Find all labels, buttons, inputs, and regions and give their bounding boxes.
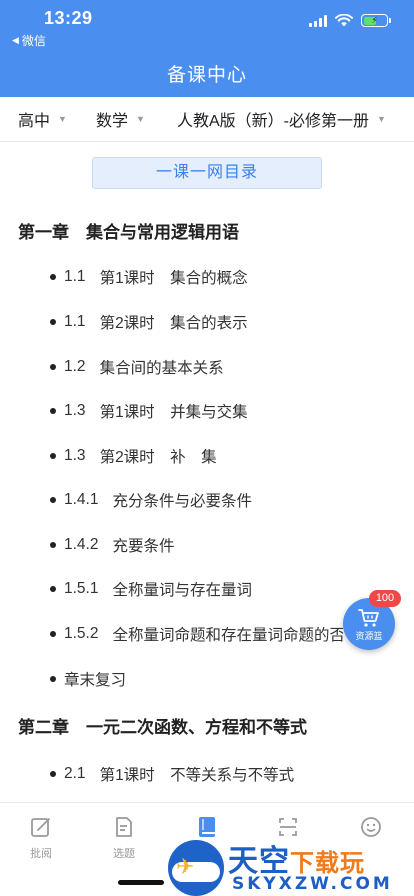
lesson-item[interactable]: 1.4.1 充分条件与必要条件 bbox=[50, 489, 252, 511]
lesson-title: 全称量词与存在量词 bbox=[112, 582, 252, 599]
catalog-button[interactable]: 一课一网目录 bbox=[92, 157, 322, 189]
lesson-number: 1.2 bbox=[64, 358, 86, 375]
lesson-item[interactable]: 2.1 第1课时 不等关系与不等式 bbox=[50, 763, 294, 785]
tab-review[interactable]: 批阅 bbox=[11, 815, 71, 861]
lesson-item[interactable]: 1.4.2 充要条件 bbox=[50, 534, 175, 556]
status-time: 13:29 bbox=[44, 8, 93, 28]
question-list-icon bbox=[116, 817, 132, 837]
caret-down-icon: ▼ bbox=[377, 114, 386, 124]
bullet-icon bbox=[50, 274, 56, 280]
lesson-number: 1.1 bbox=[64, 268, 86, 285]
home-indicator bbox=[118, 880, 164, 885]
page-title: 备课中心 bbox=[166, 65, 247, 86]
lesson-title: 充分条件与必要条件 bbox=[112, 493, 252, 510]
status-icons: ⚡ bbox=[309, 14, 391, 27]
lesson-title: 第1课时 集合的概念 bbox=[99, 270, 248, 287]
lesson-number: 1.3 bbox=[64, 402, 86, 419]
lesson-item[interactable]: 章末复习 bbox=[50, 668, 126, 690]
bullet-icon bbox=[50, 453, 56, 459]
watermark-title-sub: 下载玩 bbox=[290, 850, 365, 877]
textbook-dropdown[interactable]: 人教A版（新）-必修第一册 ▼ bbox=[177, 107, 386, 131]
cellular-signal-icon bbox=[309, 14, 327, 27]
bullet-icon bbox=[50, 364, 56, 370]
bullet-icon bbox=[50, 497, 56, 503]
tab-label: 批阅 bbox=[30, 848, 52, 860]
lesson-title: 充要条件 bbox=[112, 538, 175, 555]
tab-questions[interactable]: 选题 bbox=[94, 815, 154, 861]
lesson-item[interactable]: 1.2 集合间的基本关系 bbox=[50, 356, 224, 378]
tab-label: 选题 bbox=[113, 848, 135, 860]
lesson-title: 全称量词命题和存在量词命题的否定 bbox=[112, 627, 343, 644]
lesson-number: 1.1 bbox=[64, 313, 86, 330]
lesson-item[interactable]: 1.5.2 全称量词命题和存在量词命题的否定 bbox=[50, 623, 343, 645]
bullet-icon bbox=[50, 631, 56, 637]
basket-count-badge: 100 bbox=[369, 590, 401, 607]
cart-icon bbox=[358, 609, 379, 627]
level-dropdown[interactable]: 高中 ▼ bbox=[18, 107, 67, 131]
back-app-label: 微信 bbox=[21, 34, 46, 48]
textbook-label: 人教A版（新）-必修第一册 bbox=[177, 113, 370, 130]
top-header: 13:29 ◀ 微信 ⚡ 备课中心 bbox=[0, 0, 414, 97]
lesson-item[interactable]: 1.3 第1课时 并集与交集 bbox=[50, 400, 248, 422]
bullet-icon bbox=[50, 771, 56, 777]
level-label: 高中 bbox=[18, 113, 51, 130]
lesson-title: 第1课时 不等关系与不等式 bbox=[99, 767, 295, 784]
lesson-number: 1.5.1 bbox=[64, 580, 99, 597]
back-to-app-link[interactable]: ◀ 微信 bbox=[12, 32, 46, 49]
chapter-title[interactable]: 第二章 一元二次函数、方程和不等式 bbox=[18, 713, 307, 738]
lesson-number: 1.4.2 bbox=[64, 536, 99, 553]
lesson-item[interactable]: 1.5.1 全称量词与存在量词 bbox=[50, 578, 252, 600]
watermark-logo-icon: ✈ bbox=[168, 840, 224, 896]
caret-down-icon: ▼ bbox=[58, 114, 67, 124]
wifi-icon bbox=[335, 14, 353, 27]
lesson-number: 1.4.1 bbox=[64, 491, 99, 508]
bullet-icon bbox=[50, 542, 56, 548]
subject-label: 数学 bbox=[96, 113, 129, 130]
battery-icon: ⚡ bbox=[361, 14, 391, 27]
lesson-item[interactable]: 1.3 第2课时 补 集 bbox=[50, 445, 217, 467]
basket-label: 资源篮 bbox=[355, 631, 383, 641]
lesson-number: 1.3 bbox=[64, 447, 86, 464]
back-arrow-icon: ◀ bbox=[12, 35, 19, 45]
watermark-url: SKYXZW.COM bbox=[232, 874, 393, 894]
chapter-title[interactable]: 第一章 集合与常用逻辑用语 bbox=[18, 218, 239, 243]
lesson-title: 集合间的基本关系 bbox=[99, 360, 224, 377]
bullet-icon bbox=[50, 586, 56, 592]
lesson-title: 章末复习 bbox=[64, 672, 127, 689]
edit-icon bbox=[31, 818, 50, 837]
lesson-item[interactable]: 1.1 第2课时 集合的表示 bbox=[50, 311, 248, 333]
bullet-icon bbox=[50, 408, 56, 414]
subject-dropdown[interactable]: 数学 ▼ bbox=[96, 107, 145, 131]
caret-down-icon: ▼ bbox=[136, 114, 145, 124]
lesson-title: 第1课时 并集与交集 bbox=[99, 404, 248, 421]
watermark: ✈ 天空 下载玩 SKYXZW.COM bbox=[168, 836, 414, 896]
bullet-icon bbox=[50, 676, 56, 682]
lesson-title: 第2课时 补 集 bbox=[99, 449, 217, 466]
lesson-number: 1.5.2 bbox=[64, 625, 99, 642]
lesson-number: 2.1 bbox=[64, 765, 86, 782]
bullet-icon bbox=[50, 319, 56, 325]
lesson-item[interactable]: 1.1 第1课时 集合的概念 bbox=[50, 266, 248, 288]
lesson-title: 第2课时 集合的表示 bbox=[99, 315, 248, 332]
filter-bar: 高中 ▼ 数学 ▼ 人教A版（新）-必修第一册 ▼ bbox=[0, 97, 414, 142]
